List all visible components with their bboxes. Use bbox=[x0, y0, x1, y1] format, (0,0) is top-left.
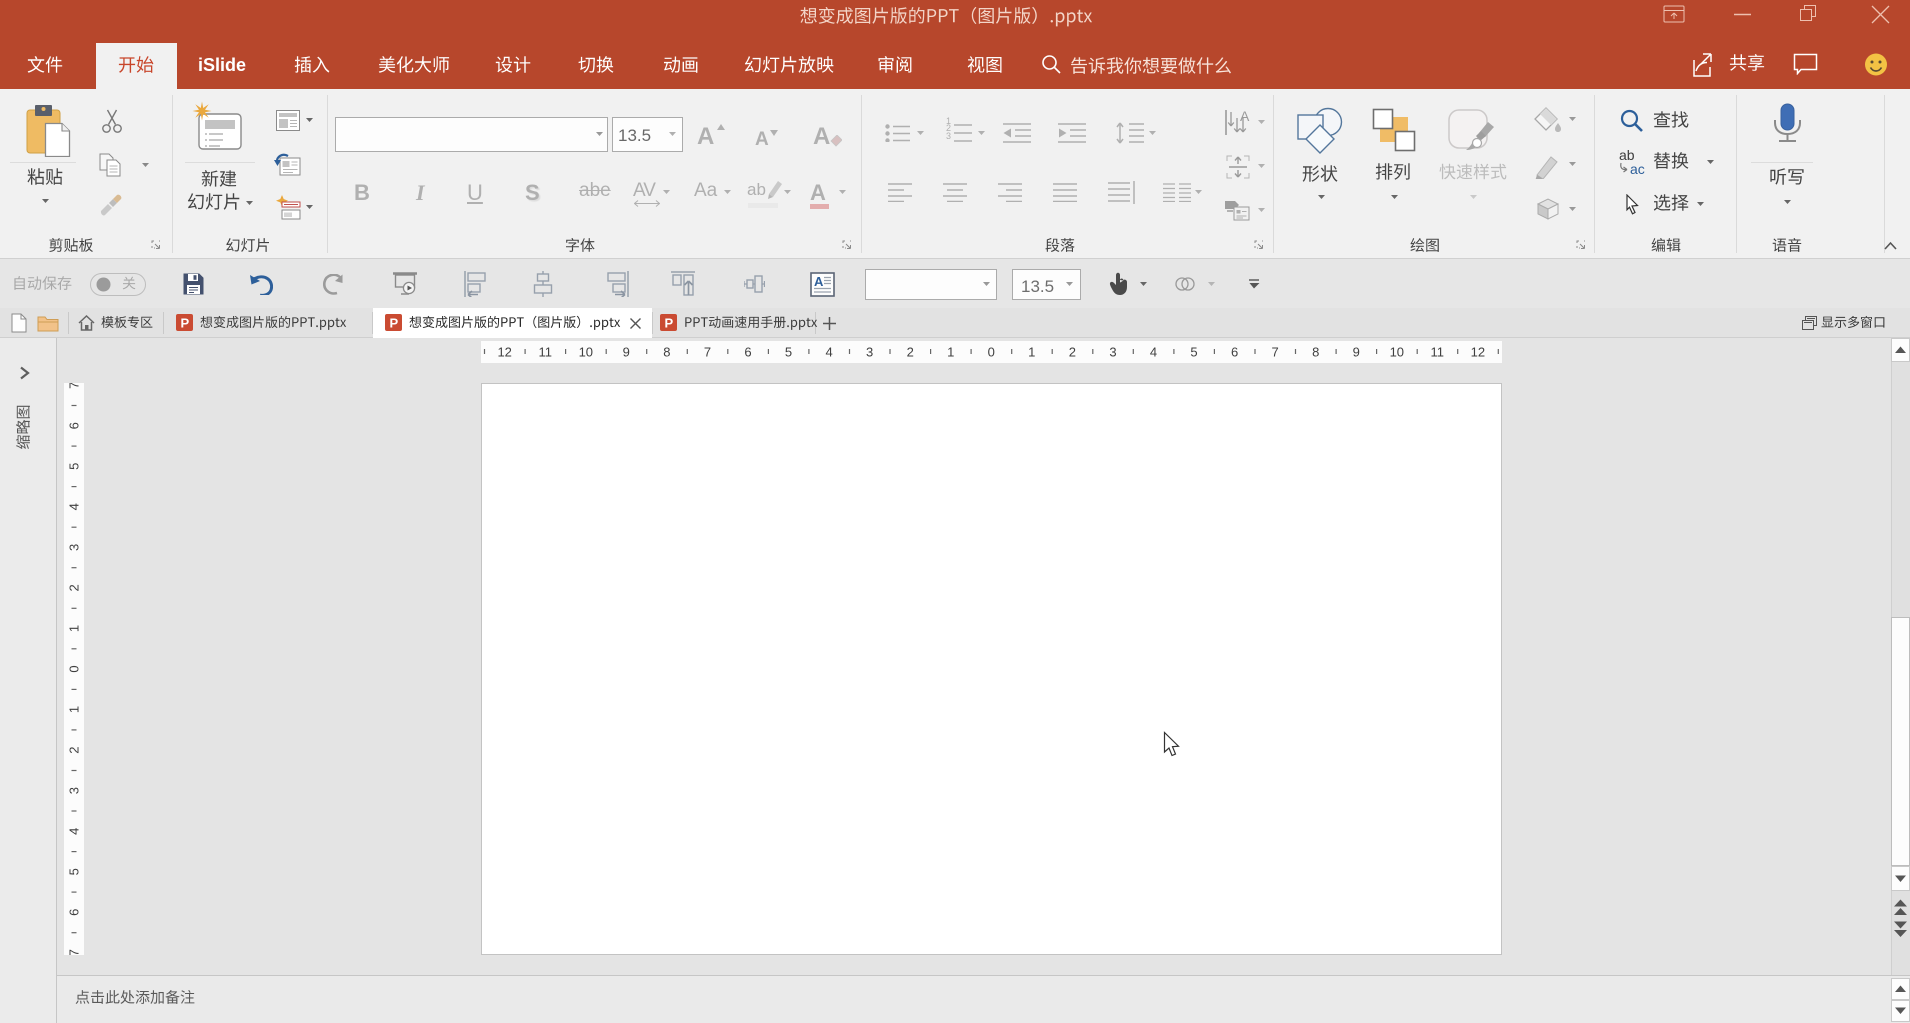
svg-text:12: 12 bbox=[1471, 345, 1485, 360]
svg-text:6: 6 bbox=[1231, 345, 1238, 360]
svg-text:7: 7 bbox=[1271, 345, 1278, 360]
svg-text:P: P bbox=[181, 316, 190, 331]
svg-text:11: 11 bbox=[538, 345, 552, 360]
svg-text:4: 4 bbox=[825, 345, 832, 360]
svg-text:4: 4 bbox=[67, 503, 82, 510]
svg-text:2: 2 bbox=[1069, 345, 1076, 360]
svg-text:P: P bbox=[390, 316, 399, 331]
svg-text:6: 6 bbox=[744, 345, 751, 360]
svg-text:3: 3 bbox=[67, 787, 82, 794]
svg-text:4: 4 bbox=[1150, 345, 1157, 360]
svg-text:1: 1 bbox=[1028, 345, 1035, 360]
svg-text:9: 9 bbox=[623, 345, 630, 360]
svg-text:2: 2 bbox=[67, 746, 82, 753]
svg-text:10: 10 bbox=[579, 345, 593, 360]
svg-text:5: 5 bbox=[67, 463, 82, 470]
svg-text:6: 6 bbox=[67, 422, 82, 429]
svg-text:8: 8 bbox=[1312, 345, 1319, 360]
svg-text:3: 3 bbox=[67, 544, 82, 551]
svg-text:9: 9 bbox=[1353, 345, 1360, 360]
svg-text:6: 6 bbox=[67, 909, 82, 916]
svg-text:5: 5 bbox=[67, 868, 82, 875]
svg-text:A: A bbox=[1240, 110, 1250, 124]
svg-text:11: 11 bbox=[1431, 345, 1445, 360]
svg-text:ac: ac bbox=[1630, 161, 1645, 176]
svg-text:5: 5 bbox=[1190, 345, 1197, 360]
svg-text:7: 7 bbox=[704, 345, 711, 360]
svg-text:2: 2 bbox=[907, 345, 914, 360]
svg-text:1: 1 bbox=[67, 625, 82, 632]
svg-text:0: 0 bbox=[67, 665, 82, 672]
svg-text:3: 3 bbox=[1109, 345, 1116, 360]
svg-text:1: 1 bbox=[67, 706, 82, 713]
svg-text:3: 3 bbox=[866, 345, 873, 360]
svg-text:8: 8 bbox=[663, 345, 670, 360]
svg-text:0: 0 bbox=[988, 345, 995, 360]
svg-text:7: 7 bbox=[67, 383, 82, 389]
svg-text:10: 10 bbox=[1390, 345, 1404, 360]
svg-text:A: A bbox=[814, 274, 824, 289]
svg-text:5: 5 bbox=[785, 345, 792, 360]
svg-text:1: 1 bbox=[947, 345, 954, 360]
svg-text:2: 2 bbox=[67, 584, 82, 591]
svg-text:P: P bbox=[665, 316, 674, 331]
svg-text:12: 12 bbox=[497, 345, 511, 360]
svg-text:4: 4 bbox=[67, 828, 82, 835]
svg-text:7: 7 bbox=[67, 949, 82, 955]
